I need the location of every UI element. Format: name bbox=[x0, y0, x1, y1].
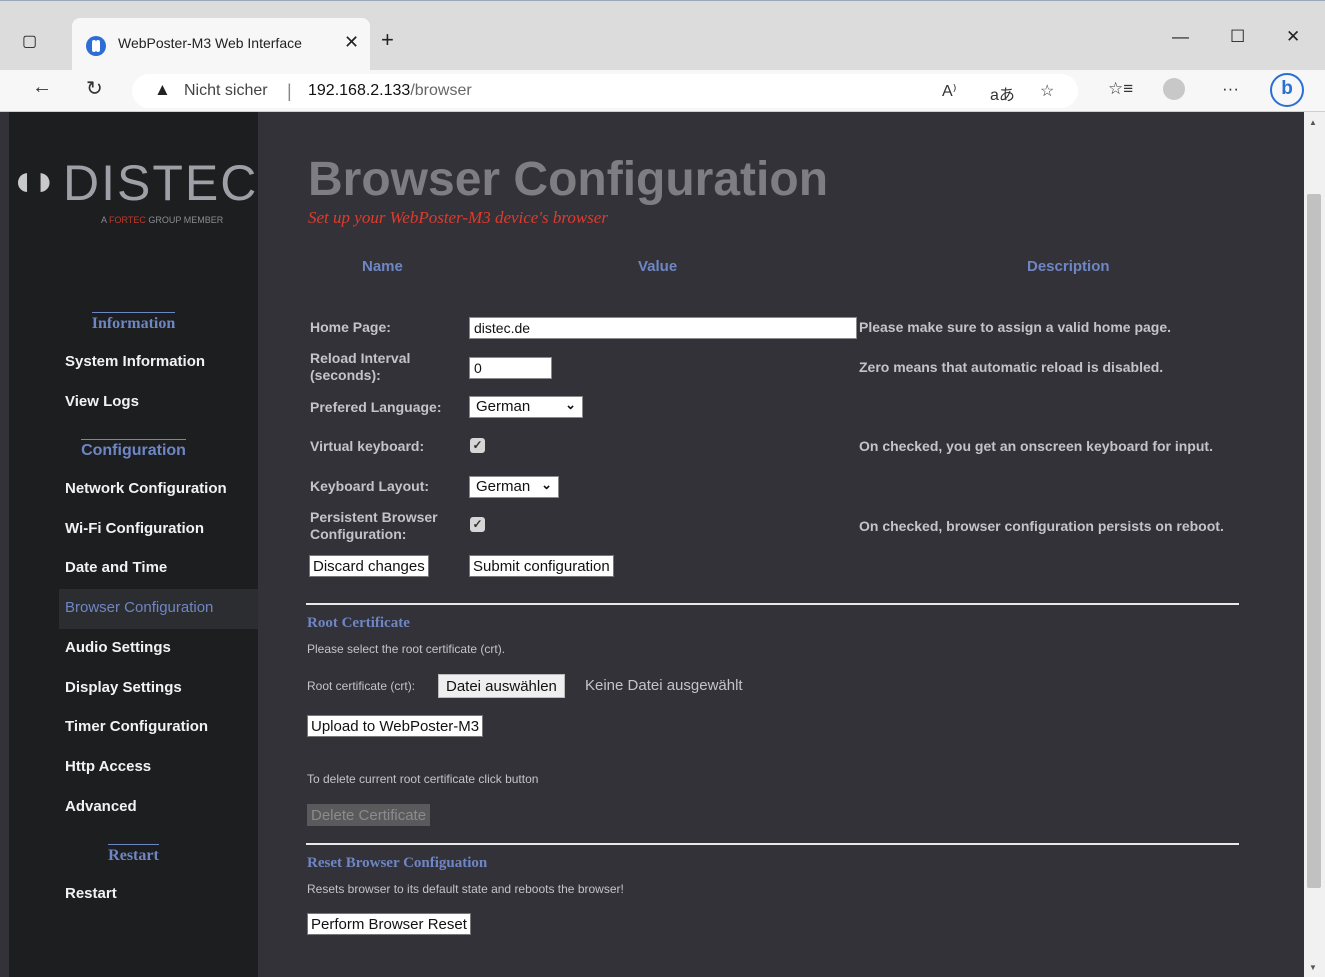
url-host: 192.168.2.133 bbox=[308, 82, 411, 99]
sidebar-item-timer-configuration[interactable]: Timer Configuration bbox=[65, 718, 208, 735]
root-certificate-title: Root Certificate bbox=[307, 615, 410, 631]
virtual-keyboard-description: On checked, you get an onscreen keyboard… bbox=[859, 438, 1213, 454]
browser-titlebar: ▢ WebPoster-M3 Web Interface ✕ + — ☐ ✕ bbox=[0, 0, 1325, 71]
delete-certificate-button[interactable]: Delete Certificate bbox=[307, 804, 431, 826]
reload-interval-description: Zero means that automatic reload is disa… bbox=[859, 359, 1164, 375]
nav-heading-information: Information bbox=[9, 312, 258, 333]
favorite-star-icon[interactable]: ☆ bbox=[1040, 81, 1054, 101]
new-tab-icon[interactable]: + bbox=[381, 27, 394, 53]
logo-subtext: A FORTEC GROUP MEMBER bbox=[101, 215, 223, 225]
persistent-config-description: On checked, browser configuration persis… bbox=[859, 518, 1224, 534]
address-bar: ← ↻ ▲ Nicht sicher | 192.168.2.133/brows… bbox=[0, 70, 1325, 112]
scroll-up-icon[interactable]: ▲ bbox=[1309, 118, 1317, 127]
section-divider bbox=[306, 603, 1239, 605]
nav-heading-configuration: Configuration bbox=[9, 439, 258, 460]
sidebar-item-advanced[interactable]: Advanced bbox=[65, 798, 137, 815]
home-page-input[interactable] bbox=[469, 317, 857, 339]
persistent-config-label-line1: Persistent Browser bbox=[310, 509, 438, 525]
main-content: Browser Configuration Set up your WebPos… bbox=[258, 112, 1304, 977]
minimize-icon[interactable]: — bbox=[1172, 27, 1189, 47]
logo-text: DISTEC bbox=[63, 155, 259, 211]
window-close-icon[interactable]: ✕ bbox=[1286, 27, 1300, 47]
page-viewport: ◖◗ DISTEC A FORTEC GROUP MEMBER Informat… bbox=[0, 112, 1304, 977]
sidebar: ◖◗ DISTEC A FORTEC GROUP MEMBER Informat… bbox=[9, 112, 258, 977]
chevron-down-icon: ⌄ bbox=[541, 477, 552, 492]
back-arrow-icon[interactable]: ← bbox=[32, 76, 52, 99]
chevron-down-icon: ⌄ bbox=[565, 397, 576, 412]
section-divider bbox=[306, 843, 1239, 845]
reset-browser-title: Reset Browser Configuation bbox=[307, 855, 488, 871]
keyboard-layout-selected: German bbox=[476, 478, 531, 495]
perform-browser-reset-button[interactable]: Perform Browser Reset bbox=[307, 913, 471, 935]
column-header-description: Description bbox=[1027, 258, 1110, 275]
reload-interval-label-line1: Reload Interval bbox=[310, 350, 411, 366]
bing-copilot-icon[interactable]: b bbox=[1270, 73, 1304, 107]
favorites-list-icon[interactable]: ☆≡ bbox=[1108, 79, 1133, 99]
discard-changes-button[interactable]: Discard changes bbox=[309, 555, 429, 577]
keyboard-layout-label: Keyboard Layout: bbox=[310, 478, 430, 494]
translate-icon[interactable]: aあ bbox=[990, 81, 1015, 105]
reload-interval-label: Reload Interval (seconds): bbox=[310, 350, 410, 384]
page-title: Browser Configuration bbox=[308, 153, 829, 206]
root-certificate-note: Please select the root certificate (crt)… bbox=[307, 642, 506, 656]
home-page-description: Please make sure to assign a valid home … bbox=[859, 319, 1172, 335]
logo-sub-highlight: FORTEC bbox=[109, 215, 146, 225]
sidebar-item-network-configuration[interactable]: Network Configuration bbox=[65, 480, 227, 497]
read-aloud-icon[interactable]: A⁾ bbox=[942, 81, 957, 101]
sidebar-item-browser-configuration[interactable]: Browser Configuration bbox=[59, 589, 258, 629]
reload-interval-label-line2: (seconds): bbox=[310, 367, 381, 383]
column-header-value: Value bbox=[638, 258, 678, 275]
submit-configuration-button[interactable]: Submit configuration bbox=[469, 555, 614, 577]
sidebar-item-display-settings[interactable]: Display Settings bbox=[65, 679, 182, 696]
logo-sub-suffix: GROUP MEMBER bbox=[145, 215, 224, 225]
warning-icon[interactable]: ▲ bbox=[154, 80, 171, 100]
tab-favicon-icon bbox=[86, 36, 106, 56]
logo-sub-prefix: A bbox=[101, 215, 110, 225]
browser-tab[interactable]: WebPoster-M3 Web Interface ✕ bbox=[72, 18, 370, 71]
reload-interval-input[interactable] bbox=[469, 357, 552, 379]
persistent-config-checkbox[interactable]: ✓ bbox=[470, 517, 485, 532]
more-menu-icon[interactable]: ··· bbox=[1222, 79, 1239, 99]
security-label[interactable]: Nicht sicher bbox=[184, 82, 268, 100]
persistent-config-label-line2: Configuration: bbox=[310, 526, 407, 542]
language-selected: German bbox=[476, 398, 531, 415]
tab-title: WebPoster-M3 Web Interface bbox=[118, 35, 302, 51]
column-header-name: Name bbox=[362, 258, 403, 275]
choose-file-button[interactable]: Datei auswählen bbox=[438, 674, 565, 698]
sidebar-item-http-access[interactable]: Http Access bbox=[65, 758, 151, 775]
keyboard-layout-select[interactable]: German ⌄ bbox=[469, 476, 559, 498]
maximize-icon[interactable]: ☐ bbox=[1230, 27, 1245, 47]
nav-heading-restart: Restart bbox=[9, 844, 258, 865]
virtual-keyboard-label: Virtual keyboard: bbox=[310, 438, 425, 454]
no-file-selected-text: Keine Datei ausgewählt bbox=[585, 677, 743, 694]
page-scrollbar[interactable]: ▲ ▼ bbox=[1304, 112, 1325, 977]
delete-certificate-note: To delete current root certificate click… bbox=[307, 772, 539, 786]
url-field[interactable]: ▲ Nicht sicher | 192.168.2.133/browser A… bbox=[132, 74, 1078, 108]
profile-avatar-icon[interactable] bbox=[1163, 78, 1185, 100]
home-page-label: Home Page: bbox=[310, 319, 391, 335]
page-subtitle: Set up your WebPoster-M3 device's browse… bbox=[308, 208, 608, 227]
reload-icon[interactable]: ↻ bbox=[86, 76, 103, 101]
url-separator: | bbox=[287, 81, 292, 101]
tab-close-icon[interactable]: ✕ bbox=[344, 32, 359, 53]
tab-actions-icon[interactable]: ▢ bbox=[22, 31, 46, 55]
root-certificate-file-label: Root certificate (crt): bbox=[307, 679, 416, 693]
scrollbar-thumb[interactable] bbox=[1307, 194, 1321, 888]
sidebar-item-view-logs[interactable]: View Logs bbox=[65, 393, 139, 410]
sidebar-item-restart[interactable]: Restart bbox=[65, 885, 117, 902]
virtual-keyboard-checkbox[interactable]: ✓ bbox=[470, 438, 485, 453]
sidebar-item-date-and-time[interactable]: Date and Time bbox=[65, 559, 167, 576]
sidebar-item-system-information[interactable]: System Information bbox=[65, 353, 205, 370]
reset-browser-note: Resets browser to its default state and … bbox=[307, 882, 624, 896]
url-text[interactable]: 192.168.2.133/browser bbox=[308, 82, 472, 100]
sidebar-item-wifi-configuration[interactable]: Wi-Fi Configuration bbox=[65, 520, 204, 537]
distec-logo-icon: ◖◗ bbox=[9, 156, 58, 205]
sidebar-item-audio-settings[interactable]: Audio Settings bbox=[65, 639, 171, 656]
language-label: Prefered Language: bbox=[310, 399, 442, 415]
scroll-down-icon[interactable]: ▼ bbox=[1309, 963, 1317, 972]
url-path: /browser bbox=[410, 82, 472, 99]
language-select[interactable]: German ⌄ bbox=[469, 396, 583, 418]
upload-certificate-button[interactable]: Upload to WebPoster-M3 bbox=[307, 715, 484, 737]
persistent-config-label: Persistent Browser Configuration: bbox=[310, 509, 438, 543]
